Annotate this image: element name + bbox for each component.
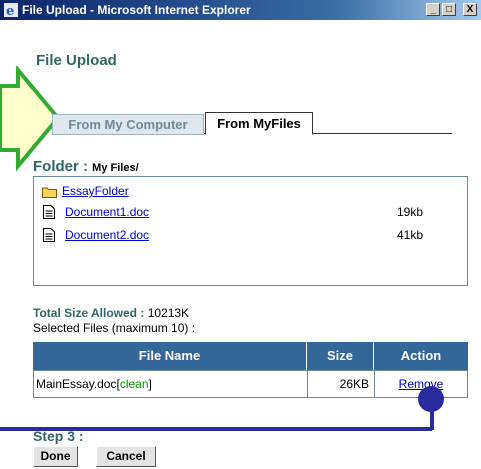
cancel-button[interactable]: Cancel (96, 446, 156, 467)
list-item[interactable]: Document2.doc 41kb (42, 228, 462, 248)
column-header-action: Action (374, 342, 468, 370)
selected-file-size: 26KB (307, 370, 375, 398)
document-icon (43, 228, 55, 242)
done-button[interactable]: Done (33, 446, 78, 467)
folder-path: My Files/ (92, 162, 139, 174)
minimize-button[interactable]: _ (426, 3, 440, 16)
document-icon (43, 205, 55, 219)
file-link[interactable]: Document1.doc (65, 205, 149, 219)
file-link[interactable]: EssayFolder (62, 184, 129, 198)
total-size: Total Size Allowed : 10213K (33, 306, 189, 320)
svg-text:e: e (6, 4, 14, 17)
scan-status: clean (119, 377, 149, 391)
total-size-label: Total Size Allowed : (33, 306, 145, 320)
table-row: MainEssay.doc[clean] (33, 370, 308, 398)
folder-heading: Folder : My Files/ (33, 158, 139, 175)
file-size: 19kb (397, 205, 424, 219)
folder-icon (42, 187, 57, 198)
window-title: File Upload - Microsoft Internet Explore… (22, 3, 251, 17)
step-label: Step 3 : (33, 428, 84, 444)
total-size-value: 10213K (147, 306, 190, 320)
column-header-file-name: File Name (33, 342, 307, 370)
maximize-button[interactable]: □ (442, 3, 456, 16)
column-header-size: Size (307, 342, 374, 370)
folder-label: Folder : (33, 158, 88, 175)
file-list: EssayFolder Document1.doc 19kb Document2… (33, 176, 468, 286)
selected-files-label: Selected Files (maximum 10) : (33, 321, 196, 335)
close-button[interactable]: X (463, 3, 477, 16)
internet-explorer-icon: e (4, 3, 18, 17)
callout-dot (418, 386, 444, 412)
tab-from-my-computer[interactable]: From My Computer (52, 114, 204, 135)
file-size: 41kb (397, 228, 424, 242)
list-item[interactable]: Document1.doc 19kb (42, 205, 462, 225)
selected-file-name: MainEssay.doc (36, 377, 117, 391)
file-link[interactable]: Document2.doc (65, 228, 149, 242)
tab-from-myfiles[interactable]: From MyFiles (205, 112, 313, 135)
